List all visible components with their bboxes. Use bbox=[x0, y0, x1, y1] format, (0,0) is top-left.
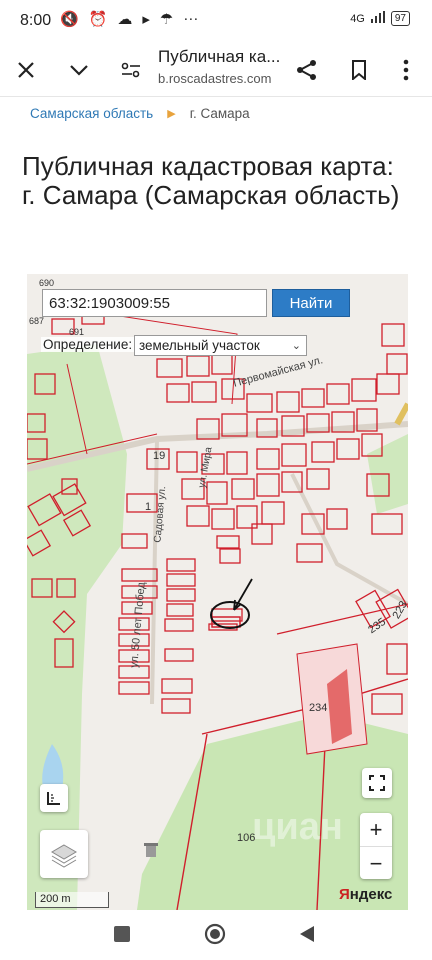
zoom-in-button[interactable]: + bbox=[360, 813, 392, 846]
play-icon: ▸ bbox=[142, 11, 150, 28]
fullscreen-icon[interactable] bbox=[362, 768, 392, 798]
cadastral-map[interactable]: циан 690 687 691 19 1 235 223 234 106 Пе… bbox=[27, 274, 408, 910]
close-icon[interactable] bbox=[8, 52, 44, 88]
parcel-label: 19 bbox=[153, 450, 166, 462]
status-time: 8:00 bbox=[20, 12, 52, 29]
find-button[interactable]: Найти bbox=[272, 289, 350, 317]
definition-select[interactable]: земельный участок ⌄ bbox=[134, 335, 307, 356]
map-canvas[interactable]: циан bbox=[27, 274, 408, 910]
more-notifications-icon: ··· bbox=[183, 10, 199, 27]
chevron-down-icon: ⌄ bbox=[291, 340, 301, 352]
more-icon[interactable] bbox=[388, 52, 424, 88]
target-parcel bbox=[211, 616, 241, 628]
home-button[interactable] bbox=[204, 923, 226, 950]
back-button[interactable] bbox=[298, 924, 316, 949]
page-title[interactable]: Публичная ка... bbox=[158, 47, 280, 67]
breadcrumb: Самарская область ▶ г. Самара bbox=[30, 106, 250, 121]
site-settings-icon[interactable] bbox=[113, 52, 149, 88]
parcel-label: 691 bbox=[69, 327, 85, 337]
status-bar: 8:00 🔇 ⏰ ☁ ▸ ☂ ··· 4G 97 bbox=[0, 0, 432, 44]
recent-apps-button[interactable] bbox=[114, 926, 130, 942]
ruler-icon[interactable] bbox=[40, 784, 68, 812]
network-label: 4G bbox=[350, 12, 365, 25]
battery-indicator: 97 bbox=[390, 11, 410, 26]
breadcrumb-region-link[interactable]: Самарская область bbox=[30, 106, 153, 121]
parcel-label: 690 bbox=[39, 278, 55, 288]
breadcrumb-separator-icon: ▶ bbox=[167, 108, 176, 120]
zoom-out-button[interactable]: − bbox=[360, 846, 392, 880]
page-url[interactable]: b.roscadastres.com bbox=[158, 71, 271, 86]
cadastral-number-input[interactable]: 63:32:1903009:55 bbox=[42, 289, 267, 317]
signal-icon bbox=[370, 11, 385, 26]
umbrella-icon: ☂ bbox=[159, 11, 174, 28]
system-navigation-bar bbox=[0, 912, 432, 960]
parcel-label: 687 bbox=[29, 316, 45, 326]
trash-icon bbox=[144, 842, 158, 863]
alarm-icon: ⏰ bbox=[88, 11, 108, 28]
mute-icon: 🔇 bbox=[60, 11, 79, 28]
definition-label: Определение: bbox=[41, 337, 135, 352]
browser-toolbar: Публичная ка... b.roscadastres.com bbox=[0, 44, 432, 97]
layers-icon[interactable] bbox=[40, 830, 88, 878]
chevron-down-icon[interactable] bbox=[61, 52, 97, 88]
yandex-logo: Яндекс bbox=[339, 886, 393, 903]
breadcrumb-city: г. Самара bbox=[189, 106, 250, 121]
map-scale: 200 m bbox=[35, 892, 109, 908]
svg-text:циан: циан bbox=[252, 806, 343, 848]
page-heading: Публичная кадастровая карта: г. Самара (… bbox=[22, 151, 400, 210]
parcel-label: 234 bbox=[309, 702, 328, 714]
zoom-controls: + − bbox=[360, 813, 392, 879]
cloud-icon: ☁ bbox=[117, 11, 133, 28]
parcel-label: 106 bbox=[237, 832, 256, 844]
share-icon[interactable] bbox=[289, 52, 325, 88]
bookmark-icon[interactable] bbox=[341, 52, 377, 88]
parcel-label: 1 bbox=[145, 501, 152, 513]
definition-selected-value: земельный участок bbox=[139, 338, 260, 353]
